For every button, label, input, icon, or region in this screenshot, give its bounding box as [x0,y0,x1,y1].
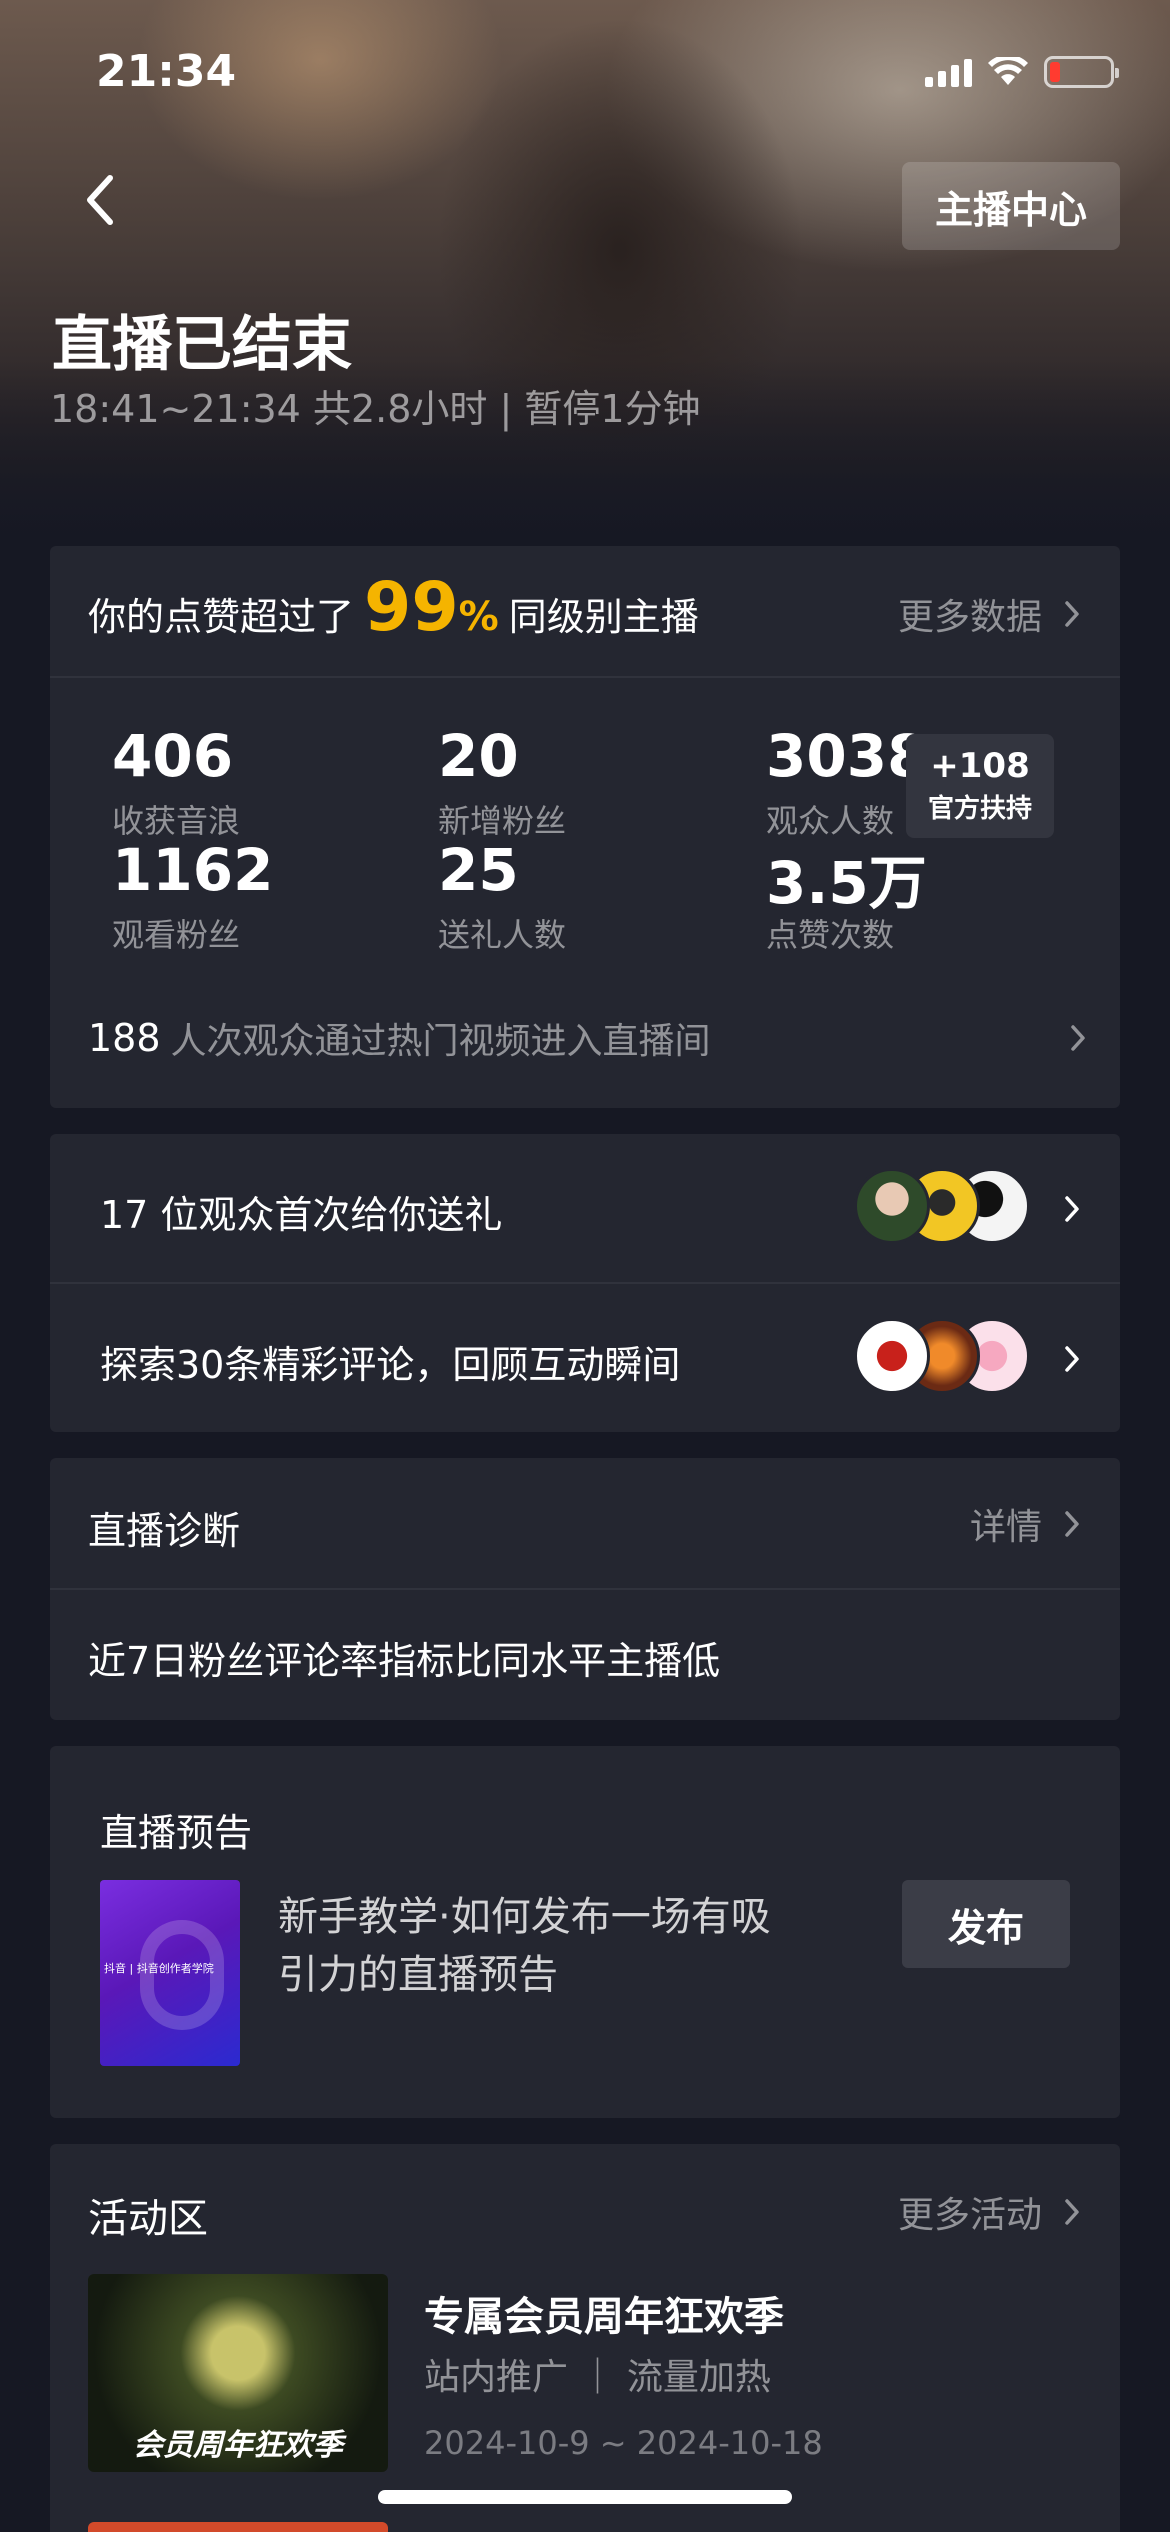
divider [50,1588,1120,1590]
event-thumbnail[interactable]: 会员周年狂欢季 [88,2274,388,2472]
avatar [854,1168,930,1244]
status-time: 21:34 [96,46,237,97]
back-icon[interactable] [76,170,126,230]
more-activities-label: 更多活动 [897,2195,1042,2236]
chevron-right-icon [1065,1346,1079,1372]
cellular-signal-icon [925,57,972,87]
anchor-center-button[interactable]: 主播中心 [902,162,1120,250]
hot-video-row[interactable]: 188 人次观众通过热门视频进入直播间 [88,1008,1088,1068]
publish-button[interactable]: 发布 [902,1880,1070,1968]
stats-card: 你的点赞超过了 99 % 同级别主播 更多数据 406 收获音浪 20 新增粉丝… [50,546,1120,1108]
stat-label-gift-givers: 送礼人数 [438,916,567,954]
like-summary: 你的点赞超过了 99 % 同级别主播 [88,568,699,648]
preview-thumbnail[interactable]: 抖音 | 抖音创作者学院 [100,1880,240,2066]
home-indicator [378,2490,792,2504]
stat-value-new-fans: 20 [438,722,519,790]
chevron-right-icon [1065,1196,1079,1222]
preview-description-line-2: 引力的直播预告 [278,1952,558,1998]
chevron-right-icon [1065,601,1079,627]
diagnosis-title: 直播诊断 [88,1509,241,1553]
boost-value: +108 [930,746,1030,786]
page-title: 直播已结束 [52,310,352,380]
live-duration: 18:41~21:34 共2.8小时 | 暂停1分钟 [50,387,701,431]
diagnosis-detail-label: 详情 [969,1507,1042,1548]
preview-title: 直播预告 [100,1811,253,1855]
status-icons [925,56,1119,88]
preview-description-line-1: 新手教学·如何发布一场有吸 [278,1894,771,1940]
stat-value-sound-waves: 406 [112,722,234,790]
more-activities-link[interactable]: 更多活动 [898,2186,1082,2238]
chevron-right-icon [1065,2199,1079,2225]
chevron-right-icon [1065,1511,1079,1537]
event-tags: 站内推广 ｜ 流量加热 [424,2357,771,2398]
more-data-link[interactable]: 更多数据 [898,588,1082,640]
divider [50,676,1120,678]
first-gift-row[interactable]: 17 位观众首次给你送礼 [50,1134,1120,1282]
like-prefix: 你的点赞超过了 [88,595,355,639]
hot-video-text: 人次观众通过热门视频进入直播间 [170,1021,711,1062]
battery-icon [1044,56,1119,88]
preview-card: 直播预告 抖音 | 抖音创作者学院 新手教学·如何发布一场有吸 引力的直播预告 … [50,1746,1120,2118]
stat-label-watching-fans: 观看粉丝 [112,916,241,954]
like-suffix: 同级别主播 [508,595,699,639]
activity-card: 活动区 更多活动 会员周年狂欢季 专属会员周年狂欢季 站内推广 ｜ 流量加热 2… [50,2144,1120,2532]
stat-value-watching-fans: 1162 [112,836,274,904]
event-name: 专属会员周年狂欢季 [424,2294,784,2340]
like-percent-unit: % [458,594,499,640]
wifi-icon [988,57,1028,85]
avatar [854,1318,930,1394]
hot-video-count: 188 [88,1016,161,1060]
stat-value-viewers: 3038 [766,722,928,790]
stat-value-likes: 3.5万 [766,849,927,917]
first-gift-text: 17 位观众首次给你送礼 [100,1193,503,1237]
boost-label: 官方扶持 [927,794,1032,824]
thumbnail-caption: 抖音 | 抖音创作者学院 [104,1962,214,1975]
event-dates: 2024-10-9 ~ 2024-10-18 [424,2424,823,2462]
next-event-thumbnail[interactable] [88,2522,388,2532]
like-percent: 99 [364,568,459,647]
chevron-right-icon [1071,1025,1085,1051]
event-thumbnail-caption: 会员周年狂欢季 [133,2428,343,2463]
diagnosis-card: 直播诊断 详情 近7日粉丝评论率指标比同水平主播低 [50,1458,1120,1720]
comments-text: 探索30条精彩评论，回顾互动瞬间 [100,1343,681,1387]
interaction-card: 17 位观众首次给你送礼 探索30条精彩评论，回顾互动瞬间 [50,1134,1120,1432]
diagnosis-detail-link[interactable]: 详情 [970,1498,1082,1550]
diagnosis-message: 近7日粉丝评论率指标比同水平主播低 [88,1639,721,1683]
stat-label-likes: 点赞次数 [766,916,895,954]
boost-badge[interactable]: +108 官方扶持 [906,734,1054,838]
activity-title: 活动区 [88,2196,208,2242]
stat-value-gift-givers: 25 [438,836,519,904]
comments-row[interactable]: 探索30条精彩评论，回顾互动瞬间 [50,1284,1120,1432]
more-data-label: 更多数据 [897,597,1042,638]
